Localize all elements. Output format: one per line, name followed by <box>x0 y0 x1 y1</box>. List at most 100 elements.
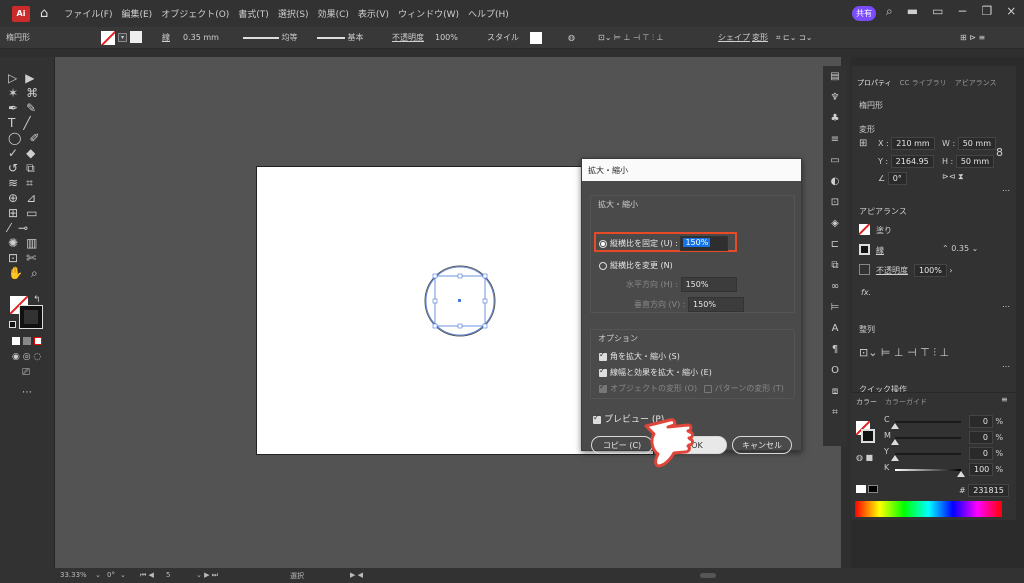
radio-icon[interactable] <box>599 239 607 248</box>
black-swatch[interactable] <box>868 485 878 493</box>
menu-object[interactable]: オブジェクト(O) <box>161 7 229 20</box>
gradient-tool-icon[interactable]: ▭ <box>26 206 37 220</box>
bbox-handle[interactable] <box>482 323 488 329</box>
free-transform-icon[interactable]: ⌗ <box>26 176 33 191</box>
opacity-icon[interactable] <box>859 264 870 275</box>
color-spectrum[interactable] <box>855 501 1002 517</box>
more-options-icon[interactable]: ⋯ <box>1002 302 1010 311</box>
transparency-icon[interactable]: ◐ <box>823 171 847 192</box>
horizontal-input[interactable]: 150% <box>680 277 737 292</box>
opacity-field[interactable]: 100% › <box>914 264 953 277</box>
horizontal-scrollbar[interactable] <box>700 573 716 578</box>
k-slider-knob[interactable] <box>957 471 965 477</box>
w-field[interactable]: W : 50 mm <box>942 137 997 150</box>
bbox-handle[interactable] <box>432 298 438 304</box>
link-proportions-icon[interactable]: 8 <box>996 146 1003 159</box>
menu-select[interactable]: 選択(S) <box>278 7 309 20</box>
style-swatch[interactable] <box>530 32 542 44</box>
align-icons[interactable]: ⊡⌄ ⊨ ⊥ ⊣ ⊤ ⫶ ⊥ <box>598 33 664 43</box>
menu-view[interactable]: 表示(V) <box>358 7 389 20</box>
menu-help[interactable]: ヘルプ(H) <box>468 7 509 20</box>
checkbox-icon[interactable] <box>599 366 607 377</box>
line-tool-icon[interactable]: ╱ <box>23 116 30 130</box>
color-guide-tab[interactable]: カラーガイド <box>885 397 927 407</box>
opentype-icon[interactable]: O <box>823 360 847 381</box>
more-options-icon[interactable]: ⋯ <box>1002 186 1010 195</box>
tab-properties[interactable]: プロパティ <box>857 78 892 88</box>
tab-libraries[interactable]: CC ライブラリ <box>900 78 947 88</box>
lasso-icon[interactable]: ⌘ <box>26 86 38 100</box>
color-tab[interactable]: カラー <box>856 397 877 407</box>
m-slider[interactable] <box>895 437 961 439</box>
rotation-dropdown-icon[interactable]: ⌄ <box>120 571 126 579</box>
c-slider-knob[interactable] <box>891 423 899 429</box>
pen-tool-icon[interactable]: ✒ <box>8 101 18 115</box>
style-label[interactable]: スタイル <box>487 32 519 43</box>
white-swatch[interactable] <box>856 485 866 493</box>
restore-icon[interactable]: ❐ <box>981 4 992 19</box>
bbox-handle[interactable] <box>457 273 463 279</box>
cancel-button[interactable]: キャンセル <box>732 436 792 454</box>
stroke-weight-field[interactable]: ⌃ 0.35 ⌄ <box>942 244 978 253</box>
flip-icons[interactable]: ⊳⊲ ⧗ <box>942 172 964 182</box>
screen-mode-icon[interactable]: ⎚ <box>22 367 30 378</box>
align-buttons[interactable]: ⊡⌄ ⊨ ⊥ ⊣ ⊤ ⫶ ⊥ <box>859 346 949 360</box>
artboard-tool-icon[interactable]: ⊡ <box>8 251 18 265</box>
magic-wand-icon[interactable]: ✶ <box>8 86 18 100</box>
tab-appearance[interactable]: アピアランス <box>955 78 997 88</box>
eyedropper-icon[interactable]: ⁄ <box>8 221 10 235</box>
transform-label[interactable]: 変形 <box>752 32 768 43</box>
pathfinder-icon[interactable]: ⧈ <box>823 381 847 402</box>
chevron-down-icon[interactable]: ▾ <box>118 33 127 42</box>
m-slider-knob[interactable] <box>891 439 899 445</box>
x-field[interactable]: X : 210 mm <box>878 137 935 150</box>
zoom-dropdown-icon[interactable]: ⌄ <box>95 571 101 579</box>
menu-effect[interactable]: 効果(C) <box>318 7 349 20</box>
zoom-tool-icon[interactable]: ⌕ <box>31 266 38 281</box>
swap-colors-icon[interactable]: ↰ <box>33 295 41 305</box>
gradient-mode-icon[interactable] <box>23 337 31 345</box>
shaper-tool-icon[interactable]: ✓ <box>8 146 18 160</box>
y-slider[interactable] <box>895 453 961 455</box>
arrange-icons[interactable]: ⊞ ⊳ ≡ <box>960 33 985 42</box>
shape-builder-icon[interactable]: ⊕ <box>8 191 18 205</box>
slice-tool-icon[interactable]: ✄ <box>26 251 36 265</box>
layout-icon[interactable]: ▬ <box>907 4 918 19</box>
artboards-icon[interactable]: ⊡ <box>823 192 847 213</box>
warp-tool-icon[interactable]: ≋ <box>8 176 18 191</box>
recolor-icon[interactable]: ◍ <box>568 33 575 42</box>
k-value-field[interactable]: 100 % <box>969 463 1003 476</box>
non-uniform-radio[interactable]: 縦横比を変更 (N) <box>599 260 673 271</box>
menu-window[interactable]: ウィンドウ(W) <box>398 7 459 20</box>
brushes-icon[interactable]: ♆ <box>823 87 847 108</box>
status-arrows-icon[interactable]: ▶ ◀ <box>350 571 363 579</box>
stroke-label[interactable]: 線 <box>162 32 170 43</box>
transform-panel-icon[interactable]: ⌗ <box>823 402 847 423</box>
menu-type[interactable]: 書式(T) <box>238 7 269 20</box>
c-slider[interactable] <box>895 421 961 423</box>
stroke-swatch[interactable] <box>859 244 870 255</box>
links-icon[interactable]: ⊏ <box>823 234 847 255</box>
y-slider-knob[interactable] <box>891 455 899 461</box>
more-tools-icon[interactable]: ⋯ <box>22 387 32 398</box>
opt-strokes[interactable]: 線幅と効果を拡大・縮小 (E) <box>599 366 712 378</box>
type-tool-icon[interactable]: T <box>8 116 15 130</box>
symbols-icon[interactable]: ♣ <box>823 108 847 129</box>
stroke-swatch[interactable] <box>130 31 142 43</box>
draw-mode-icons[interactable]: ◉ ◎ ◌ <box>12 352 41 362</box>
fill-swatch[interactable] <box>859 224 870 235</box>
uniform-radio[interactable]: 縦横比を固定 (U) : 150% <box>599 236 729 251</box>
eraser-tool-icon[interactable]: ◆ <box>26 146 35 160</box>
none-color-icon[interactable]: ◍ ■ <box>856 453 873 462</box>
links-chain-icon[interactable]: ∞ <box>823 276 847 297</box>
menu-edit[interactable]: 編集(E) <box>121 7 152 20</box>
menu-file[interactable]: ファイル(F) <box>64 7 112 20</box>
stroke-color-icon[interactable] <box>19 305 43 329</box>
symbol-sprayer-icon[interactable]: ✺ <box>8 236 18 250</box>
color-mode-icon[interactable] <box>12 337 20 345</box>
none-mode-icon[interactable] <box>34 337 42 345</box>
bbox-handle[interactable] <box>432 273 438 279</box>
zoom-level[interactable]: 33.33% <box>60 571 87 579</box>
search-icon[interactable]: ⌕ <box>886 4 893 19</box>
fill-swatch[interactable] <box>101 31 115 45</box>
